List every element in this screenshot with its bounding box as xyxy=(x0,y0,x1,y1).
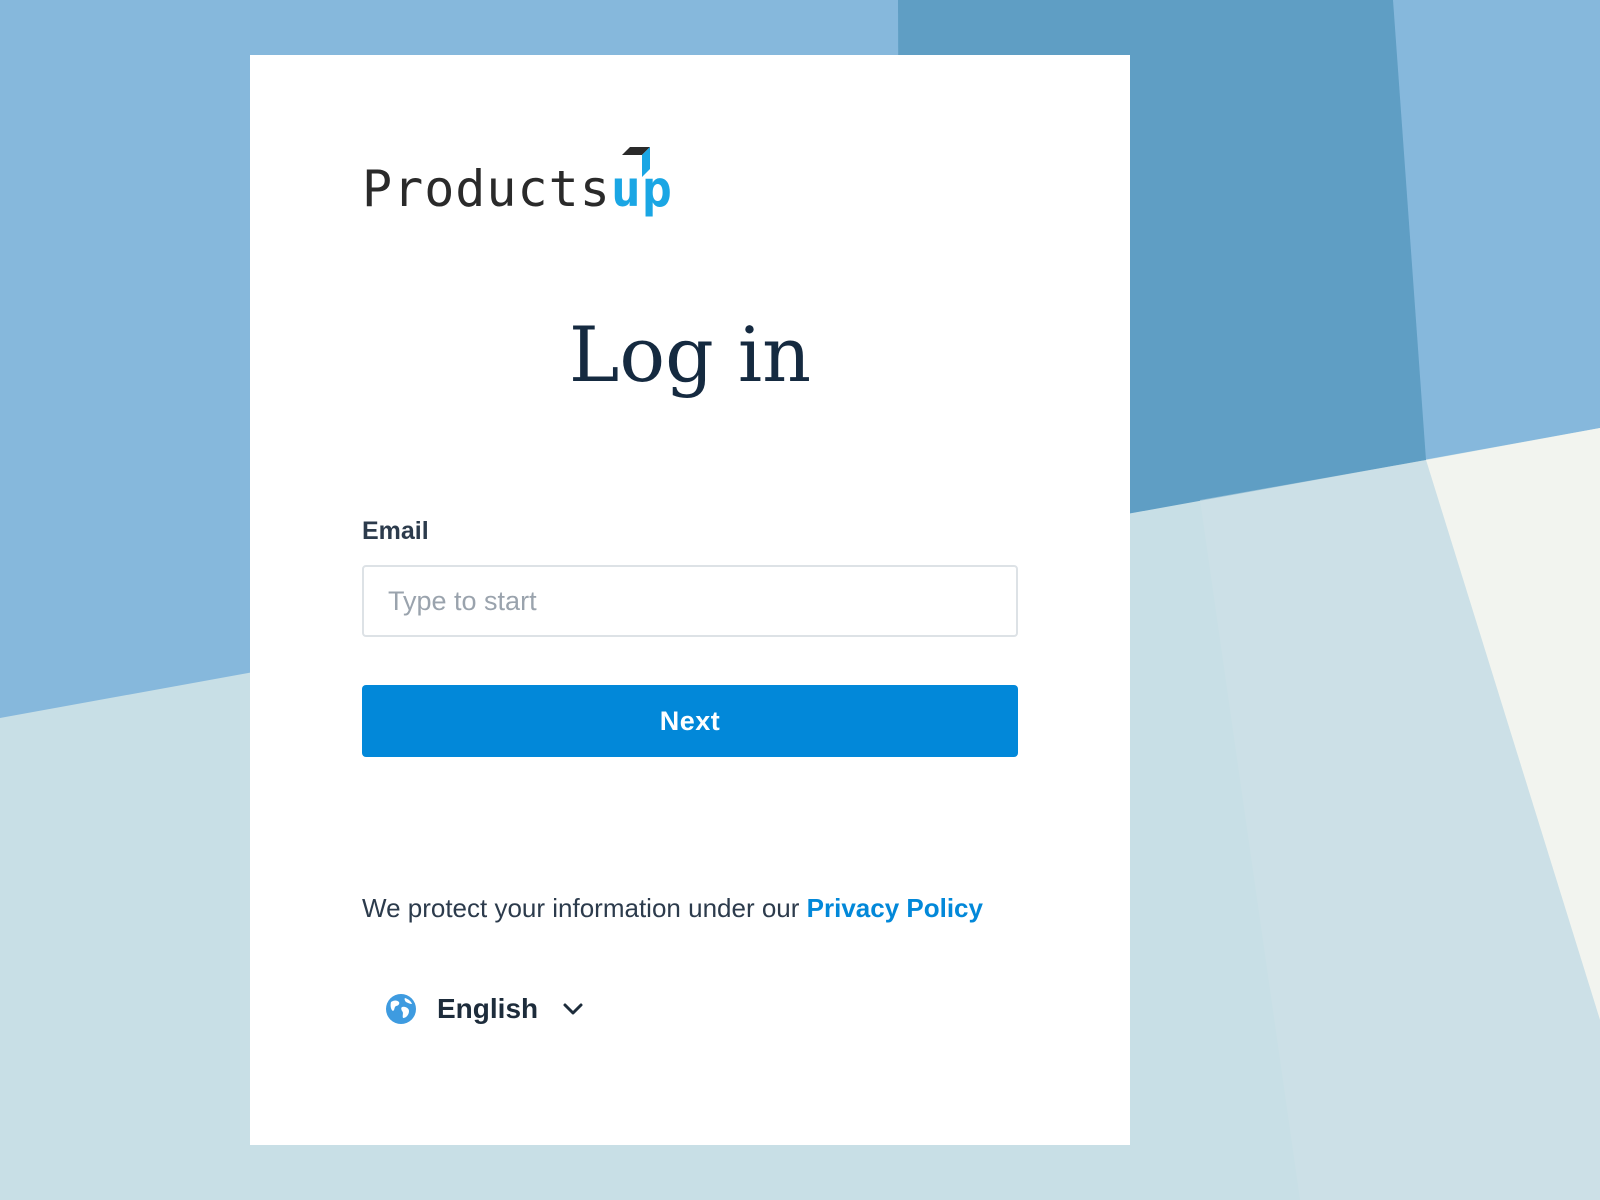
chevron-down-icon xyxy=(563,1003,583,1015)
language-label: English xyxy=(437,993,539,1024)
logo-products-text: Products xyxy=(362,160,611,218)
language-selector[interactable]: English xyxy=(385,987,584,1031)
email-label: Email xyxy=(362,517,429,545)
privacy-policy-link[interactable]: Privacy Policy xyxy=(807,893,983,923)
privacy-text: We protect your information under our xyxy=(362,893,807,923)
next-button[interactable]: Next xyxy=(362,685,1018,757)
productsup-logo: Productsup xyxy=(362,147,672,237)
privacy-notice: We protect your information under our Pr… xyxy=(362,893,983,924)
page-title: Log in xyxy=(568,310,812,399)
login-card: Productsup Log in Email Next We protect … xyxy=(250,55,1130,1145)
email-field[interactable] xyxy=(362,565,1018,637)
logo-mark-icon xyxy=(622,147,650,177)
globe-icon xyxy=(386,994,416,1024)
